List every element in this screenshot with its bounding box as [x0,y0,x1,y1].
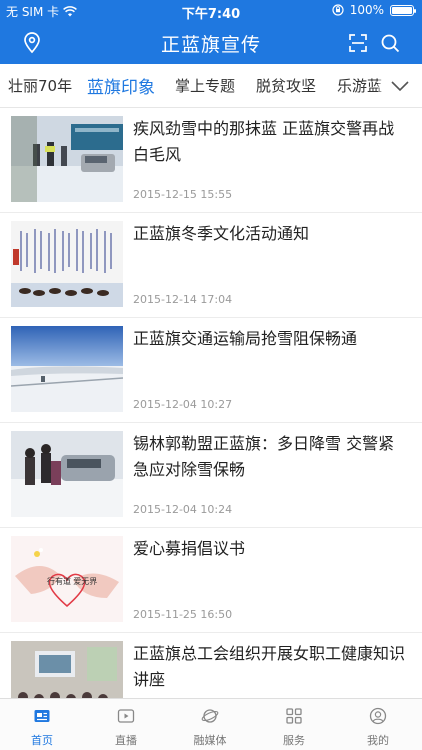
nav-mine-label: 我的 [367,734,389,747]
status-right: 100% [332,3,416,17]
news-title: 疾风劲雪中的那抹蓝 正蓝旗交警再战白毛风 [133,119,395,164]
news-title: 正蓝旗总工会组织开展女职工健康知识讲座 [133,644,406,689]
nav-services-label: 服务 [283,734,305,747]
nav-live[interactable]: 直播 [84,699,168,750]
search-icon[interactable] [378,31,402,55]
news-title: 锡林郭勒盟正蓝旗：多日降雪 交警紧急应对除雪保畅 [133,434,395,479]
tab-travel[interactable]: 乐游蓝 [337,75,382,96]
news-thumbnail [11,221,123,307]
nav-services[interactable]: 服务 [252,699,336,750]
news-time: 2015-12-14 17:04 [133,293,233,306]
nav-home[interactable]: 首页 [0,699,84,750]
news-title: 正蓝旗交通运输局抢雪阻保畅通 [133,329,358,348]
nav-home-label: 首页 [31,734,53,747]
nav-media[interactable]: 融媒体 [168,699,252,750]
bottom-nav: 首页 直播 融媒体 服务 我的 [0,698,422,750]
scan-icon[interactable] [346,31,370,55]
tab-70-years[interactable]: 壮丽70年 [8,75,72,96]
app-header: 正蓝旗宣传 [0,22,422,64]
tab-lanqi-impression[interactable]: 蓝旗印象 [87,73,155,98]
battery-fill [392,6,412,14]
news-thumbnail [11,431,123,517]
top-bar: 无 SIM 卡 下午7:40 100% 正蓝旗宣传 [0,0,422,64]
news-time: 2015-12-04 10:27 [133,398,233,411]
news-thumbnail [11,326,123,412]
news-item[interactable]: 正蓝旗总工会组织开展女职工健康知识讲座 [0,633,422,698]
user-icon [369,707,387,725]
grid-icon [286,708,302,724]
news-list: 疾风劲雪中的那抹蓝 正蓝旗交警再战白毛风 2015-12-15 15:55 正蓝… [0,108,422,698]
category-tabs: 壮丽70年 蓝旗印象 掌上专题 脱贫攻坚 乐游蓝 [0,64,422,108]
video-play-icon [117,709,135,723]
news-thumbnail: 行有道 爱无界 [11,536,123,622]
news-title: 正蓝旗冬季文化活动通知 [133,224,310,243]
orientation-lock-icon [332,4,344,16]
news-title: 爱心募捐倡议书 [133,539,246,558]
news-item[interactable]: 正蓝旗冬季文化活动通知 2015-12-14 17:04 [0,213,422,318]
news-item[interactable]: 疾风劲雪中的那抹蓝 正蓝旗交警再战白毛风 2015-12-15 15:55 [0,108,422,213]
home-news-icon [34,710,50,722]
nav-mine[interactable]: 我的 [336,699,420,750]
news-time: 2015-12-15 15:55 [133,188,233,201]
battery-percent: 100% [349,3,384,17]
news-time: 2015-12-04 10:24 [133,503,233,516]
news-time: 2015-11-25 16:50 [133,608,233,621]
tab-poverty[interactable]: 脱贫攻坚 [256,75,316,96]
news-item[interactable]: 锡林郭勒盟正蓝旗：多日降雪 交警紧急应对除雪保畅 2015-12-04 10:2… [0,423,422,528]
thumb-caption: 行有道 爱无界 [47,577,98,586]
news-item[interactable]: 正蓝旗交通运输局抢雪阻保畅通 2015-12-04 10:27 [0,318,422,423]
planet-icon [201,709,219,723]
battery-icon [390,4,416,16]
chevron-down-icon[interactable] [390,76,410,96]
news-thumbnail [11,116,123,202]
app: 无 SIM 卡 下午7:40 100% 正蓝旗宣传 壮丽70年 蓝旗印象 掌上专… [0,0,422,750]
nav-live-label: 直播 [115,734,137,747]
status-bar: 无 SIM 卡 下午7:40 100% [0,0,422,22]
tab-topics[interactable]: 掌上专题 [175,75,235,96]
news-item[interactable]: 行有道 爱无界 爱心募捐倡议书 2015-11-25 16:50 [0,528,422,633]
nav-media-label: 融媒体 [193,734,227,747]
news-thumbnail [11,641,123,698]
